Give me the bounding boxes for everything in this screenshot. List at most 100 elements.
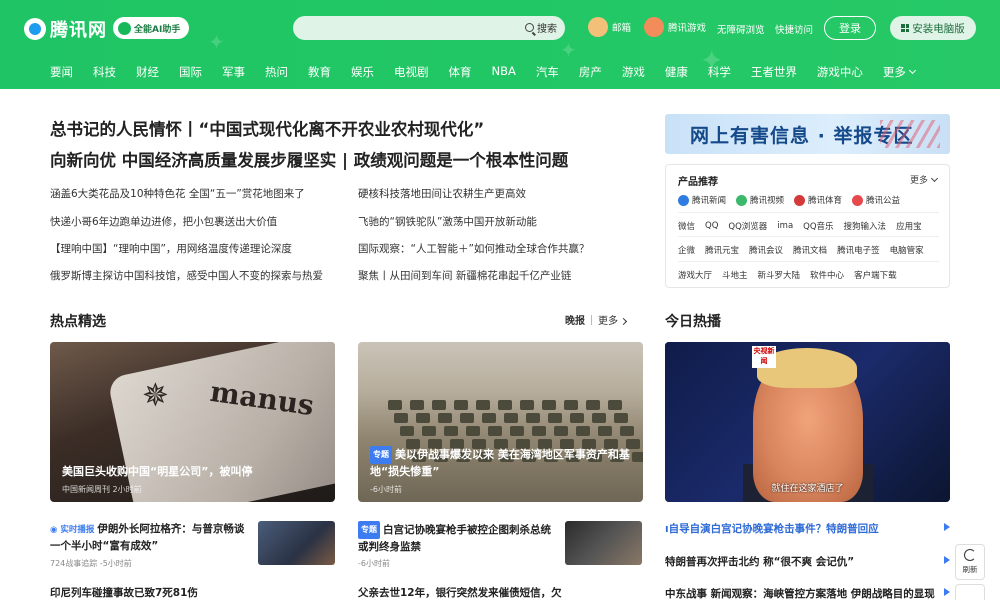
- product-link[interactable]: 电脑管家: [890, 244, 924, 256]
- nav-item[interactable]: 国际: [179, 64, 202, 80]
- search-input[interactable]: 搜索: [293, 16, 565, 40]
- nav-item[interactable]: 要闻: [50, 64, 73, 80]
- product-link[interactable]: 腾讯电子签: [837, 244, 880, 256]
- product-link[interactable]: 腾讯视频: [736, 194, 784, 206]
- products-more-button[interactable]: 更多: [909, 173, 939, 186]
- product-link[interactable]: QQ: [705, 220, 718, 232]
- top-headline[interactable]: 总书记的人民情怀丨“中国式现代化离不开农业农村现代化”: [50, 116, 484, 140]
- vehicle-shape: [388, 400, 402, 410]
- quick-access-link[interactable]: 快捷访问: [775, 22, 813, 36]
- news-link[interactable]: 聚焦丨从田间到车间 新疆棉花串起千亿产业链: [358, 268, 571, 283]
- vehicle-shape: [476, 400, 490, 410]
- report-banner[interactable]: 网上有害信息 · 举报专区: [665, 114, 950, 154]
- product-link[interactable]: QQ浏览器: [728, 220, 767, 232]
- nav-item[interactable]: 科技: [93, 64, 116, 80]
- product-link[interactable]: 新斗罗大陆: [758, 269, 801, 281]
- nav-item[interactable]: 热问: [265, 64, 288, 80]
- nav-item[interactable]: 汽车: [536, 64, 559, 80]
- nav-item[interactable]: 军事: [222, 64, 245, 80]
- nav-more-button[interactable]: 更多: [883, 64, 916, 80]
- nav-item[interactable]: 游戏: [622, 64, 645, 80]
- mail-link[interactable]: 邮箱: [588, 17, 631, 37]
- product-link[interactable]: 软件中心: [810, 269, 844, 281]
- top-headline[interactable]: 向新向优 中国经济高质量发展步履坚实 | 政绩观问题是一个根本性问题: [50, 147, 568, 171]
- product-link[interactable]: ima: [777, 220, 793, 232]
- video-card[interactable]: 央视新闻 就住在这家酒店了: [665, 342, 950, 502]
- feedback-button[interactable]: [955, 584, 985, 600]
- news-link[interactable]: 飞驰的“钢铁驼队”激荡中国开放新动能: [358, 214, 537, 229]
- product-link[interactable]: 腾讯体育: [794, 194, 842, 206]
- product-link[interactable]: 企微: [678, 244, 695, 256]
- nav-item[interactable]: 财经: [136, 64, 159, 80]
- news-item-title[interactable]: ◉ 实时播报 伊朗外长阿拉格齐：与普京畅谈一个半小时“富有成效”: [50, 521, 250, 554]
- nav-item[interactable]: 体育: [449, 64, 472, 80]
- refresh-label: 刷新: [962, 565, 978, 574]
- product-row: 企微 腾讯元宝 腾讯会议 腾讯文档 腾讯电子签 电脑管家: [678, 244, 934, 256]
- news-thumbnail[interactable]: [565, 521, 642, 565]
- product-link[interactable]: 腾讯元宝: [705, 244, 739, 256]
- products-more-label: 更多: [909, 176, 928, 186]
- hot-video-text: ı自导自演白宫记协晚宴枪击事件？特朗普回应: [665, 523, 879, 535]
- card-caption: 专题 美以伊战事爆发以来 美在海湾地区军事资产和基地“损失惨重”: [370, 446, 633, 480]
- hot-video-item[interactable]: ı自导自演白宫记协晚宴枪击事件？特朗普回应: [665, 521, 950, 536]
- hot-video-label: 特朗普再次抨击北约 称“很不爽 会记仇”: [665, 556, 855, 568]
- product-link[interactable]: QQ音乐: [803, 220, 833, 232]
- hot-video-item[interactable]: 中东战事 新闻观察：海峡管控方案落地 伊朗战略目的显现: [665, 586, 950, 600]
- ai-assistant-button[interactable]: 全能AI助手: [113, 17, 189, 39]
- sparkle-icon: ✦: [560, 38, 577, 62]
- search-button[interactable]: 搜索: [525, 20, 557, 35]
- install-desktop-button[interactable]: 安装电脑版: [890, 16, 976, 40]
- nav-item[interactable]: 王者世界: [751, 64, 797, 80]
- product-link[interactable]: 腾讯公益: [852, 194, 900, 206]
- news-link[interactable]: 俄罗斯博主探访中国科技馆，感受中国人不变的探索与热爱: [50, 268, 323, 283]
- product-link[interactable]: 应用宝: [896, 220, 922, 232]
- vehicle-shape: [632, 452, 643, 462]
- heart-icon: [852, 194, 864, 206]
- news-card[interactable]: ✵ manus 美国巨头收购中国“明星公司”，被叫停 中国新闻周刊 2小时前: [50, 342, 335, 502]
- news-link[interactable]: 国际观察：“人工智能＋”如何推动全球合作共赢？: [358, 241, 589, 256]
- games-link[interactable]: 腾讯游戏: [644, 17, 706, 37]
- news-item-title[interactable]: 专题 白宫记协晚宴枪手被控企图刺杀总统 或判终身监禁: [358, 521, 558, 555]
- nav-item[interactable]: NBA: [492, 64, 516, 80]
- news-card[interactable]: 专题 美以伊战事爆发以来 美在海湾地区军事资产和基地“损失惨重” -6小时前: [358, 342, 643, 502]
- nav-item[interactable]: 科学: [708, 64, 731, 80]
- news-item-title[interactable]: 印尼列车碰撞事故已致7死81伤: [50, 585, 198, 600]
- news-item-title[interactable]: 父亲去世12年，银行突然发来催债短信，欠: [358, 585, 562, 600]
- product-link[interactable]: 游戏大厅: [678, 269, 712, 281]
- news-link[interactable]: 【理响中国】“理响中国”，用网络温度传递理论深度: [50, 241, 292, 256]
- hot-more-button[interactable]: 更多: [598, 312, 628, 327]
- nav-item[interactable]: 娱乐: [351, 64, 374, 80]
- vehicle-shape: [416, 413, 430, 423]
- nav-item[interactable]: 房产: [579, 64, 602, 80]
- news-thumbnail[interactable]: [258, 521, 335, 565]
- logo[interactable]: 腾讯网: [24, 16, 107, 42]
- cctv-news-logo: 央视新闻: [752, 346, 776, 368]
- kuaibao-link[interactable]: 晚报: [565, 312, 585, 327]
- ai-icon: [118, 21, 131, 35]
- product-row: 游戏大厅 斗地主 新斗罗大陆 软件中心 客户端下载: [678, 269, 907, 281]
- hot-video-item[interactable]: 特朗普再次抨击北约 称“很不爽 会记仇”: [665, 554, 950, 569]
- nav-item[interactable]: 游戏中心: [817, 64, 863, 80]
- product-link[interactable]: 腾讯会议: [749, 244, 783, 256]
- product-link[interactable]: 微信: [678, 220, 695, 232]
- accessibility-link[interactable]: 无障碍浏览: [717, 22, 765, 36]
- refresh-button[interactable]: 刷新: [955, 544, 985, 580]
- product-link[interactable]: 客户端下载: [854, 269, 897, 281]
- hot-section-title: 热点精选: [50, 314, 106, 330]
- vehicle-shape: [526, 413, 540, 423]
- news-link[interactable]: 硬核科技落地田间让农耕生产更高效: [358, 186, 526, 201]
- product-link[interactable]: 斗地主: [722, 269, 748, 281]
- nav-item[interactable]: 健康: [665, 64, 688, 80]
- product-link[interactable]: 搜狗输入法: [844, 220, 887, 232]
- vehicle-shape: [410, 400, 424, 410]
- product-link[interactable]: 腾讯文档: [793, 244, 827, 256]
- product-link[interactable]: 腾讯新闻: [678, 194, 726, 206]
- news-link[interactable]: 快递小哥6年边跑单边进修，把小包裹送出大价值: [50, 214, 277, 229]
- vehicle-shape: [542, 400, 556, 410]
- login-button[interactable]: 登录: [824, 16, 876, 40]
- nav-item[interactable]: 电视剧: [394, 64, 429, 80]
- nav-item[interactable]: 教育: [308, 64, 331, 80]
- news-link[interactable]: 涵盖6大类花品及10种特色花 全国“五一”赏花地图来了: [50, 186, 305, 201]
- vehicle-shape: [454, 400, 468, 410]
- products-title: 产品推荐: [678, 177, 718, 188]
